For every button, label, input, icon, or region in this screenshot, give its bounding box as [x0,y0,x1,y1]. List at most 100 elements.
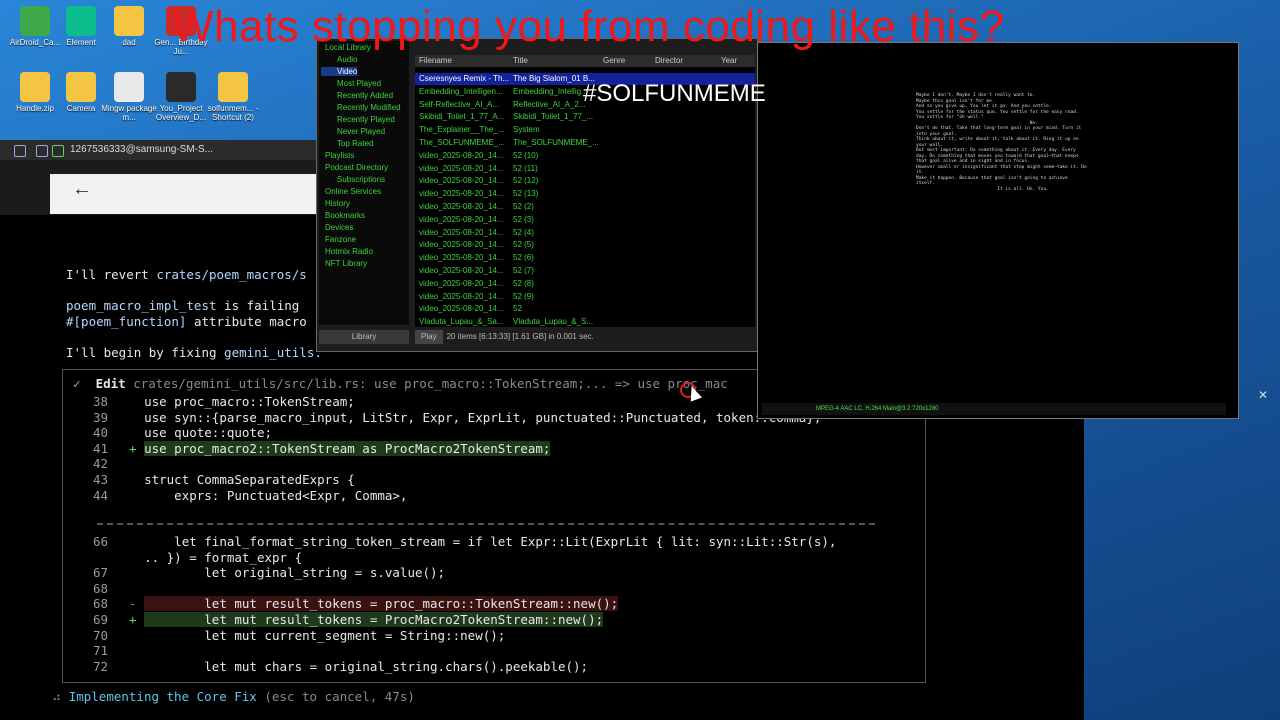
code-line: 70 let mut current_segment = String::new… [93,628,505,644]
row-title: 52 (5) [513,240,534,250]
play-button[interactable]: Play [415,330,443,344]
sidebar-item[interactable]: Playlists [321,151,354,160]
row-filename: The_SOLFUNMEME_... [419,138,505,147]
sidebar-item[interactable]: Online Services [321,187,381,196]
app-icon [166,72,196,102]
media-row[interactable]: Vladuta_Lupau_&_Sa... Vladuta_Lupau_&_S..… [415,316,755,328]
media-row[interactable]: video_2025-08-20_14... 52 (7) [415,265,755,277]
line-number: 68 [93,596,109,612]
diff-marker: - [129,596,137,612]
sidebar-item[interactable]: Bookmarks [321,211,365,220]
code-text: let mut result_tokens = ProcMacro2TokenS… [144,612,604,627]
code-line: 42 [93,456,144,472]
desktop-icon-label: solfunmem... - Shortcut (2) [207,104,259,122]
sidebar-item[interactable]: Subscriptions [321,175,385,184]
code-text: let mut chars = original_string.chars().… [144,658,589,674]
list-summary: 20 items [6:13:33] [1.61 GB] in 0.001 se… [446,332,594,341]
column-header[interactable]: Title [513,56,528,65]
sidebar-item[interactable]: Audio [321,55,357,64]
sidebar-item[interactable]: Recently Modified [321,103,401,112]
app-icon [20,72,50,102]
sidebar-item[interactable]: Recently Added [321,91,393,100]
media-row[interactable]: Skibidi_Toilet_1_77_A... Skibidi_Toilet_1… [415,111,755,123]
desktop-icon[interactable]: solfunmem... - Shortcut (2) [202,72,264,122]
row-filename: Vladuta_Lupau_&_Sa... [419,317,504,327]
sidebar-item[interactable]: Hotmix Radio [321,247,373,256]
sidebar-item[interactable]: Fanzone [321,235,356,244]
sidebar-item[interactable]: Top Rated [321,139,373,148]
app-icon [218,72,248,102]
row-title: 52 (6) [513,253,534,263]
media-row[interactable]: The_Explainer__The_... System [415,124,755,136]
column-header[interactable]: Director [655,56,683,65]
media-row[interactable]: video_2025-08-20_14... 52 (12) [415,175,755,187]
row-filename: video_2025-08-20_14... [419,240,504,250]
media-row[interactable]: video_2025-08-20_14... 52 (9) [415,291,755,303]
library-button[interactable]: Library [319,330,409,344]
row-filename: video_2025-08-20_14... [419,253,504,263]
browser-tab-title: 1267536333@samsung-SM-S... [70,144,214,155]
line-number: 44 [93,487,109,503]
media-list-header: Filename Title Genre Director Year [415,55,755,67]
screen-icon[interactable] [36,145,48,157]
row-filename: Self-Reflective_AI_A... [419,99,500,109]
code-text: exprs: Punctuated<Expr, Comma>, [144,487,408,503]
code-line: 68 - let mut result_tokens = proc_macro::… [93,596,619,612]
media-row[interactable]: video_2025-08-20_14... 52 (4) [415,227,755,239]
media-row[interactable]: video_2025-08-20_14... 52 (6) [415,252,755,264]
row-title: 52 (4) [513,227,534,237]
row-filename: video_2025-08-20_14... [419,304,504,314]
media-row[interactable]: video_2025-08-20_14... 52 [415,303,755,315]
diff-marker [129,456,137,471]
row-title: The_SOLFUNMEME_... [513,138,599,147]
sidebar-item[interactable]: Podcast Directory [321,163,388,172]
media-row[interactable]: video_2025-08-20_14... 52 (2) [415,201,755,213]
diff-separator [97,523,875,525]
sidebar-item[interactable]: Never Played [321,127,385,136]
back-arrow-icon[interactable]: ← [72,178,92,201]
terminal-line: I'll begin by fixing gemini_utils. [66,345,322,360]
media-row[interactable]: video_2025-08-20_14... 52 (8) [415,278,755,290]
terminal-line: poem_macro_impl_test is failing [66,298,300,313]
media-row[interactable]: video_2025-08-20_14... 52 (5) [415,239,755,251]
line-number: 42 [93,456,109,472]
code-text: use quote::quote; [144,425,272,441]
refresh-icon[interactable] [14,145,26,157]
diff-marker [129,659,137,674]
sidebar-item[interactable]: Recently Played [321,115,395,124]
code-line: 66 let final_format_string_token_stream … [93,534,836,550]
line-number: 40 [93,425,109,441]
row-filename: video_2025-08-20_14... [419,266,504,275]
diff-marker [129,565,137,580]
row-title: 52 (10) [513,150,539,160]
meme-hashtag: #SOLFUNMEME [583,80,766,107]
media-row[interactable]: video_2025-08-20_14... 52 (3) [415,214,755,226]
sidebar-item[interactable]: NFT Library [321,259,367,268]
line-number: 70 [93,627,109,643]
line-number: 66 [93,534,109,549]
row-title: 52 (7) [513,266,534,275]
media-row[interactable]: video_2025-08-20_14... 52 (13) [415,188,755,200]
media-row[interactable]: video_2025-08-20_14... 52 (10) [415,150,755,162]
media-row[interactable]: The_SOLFUNMEME_... The_SOLFUNMEME_... [415,137,755,149]
line-number: 68 [93,580,109,596]
line-number: 41 [93,440,109,456]
diff-marker [129,472,137,487]
column-header[interactable]: Filename [419,56,452,65]
close-icon[interactable]: ✕ [1258,388,1268,402]
sidebar-item[interactable]: Video [321,67,358,76]
row-title: 52 (12) [513,176,539,186]
sidebar-item[interactable]: Most Played [321,79,381,88]
column-header[interactable]: Year [721,56,737,65]
line-number: 71 [93,643,109,659]
diff-marker [129,394,137,409]
sidebar-item[interactable]: History [321,199,350,208]
media-row[interactable]: video_2025-08-20_14... 52 (11) [415,163,755,175]
code-line: 40 use quote::quote; [93,425,272,441]
code-text: struct CommaSeparatedExprs { [144,472,355,487]
row-title: 52 [513,304,522,314]
diff-marker [129,425,137,440]
diff-marker [129,488,137,503]
sidebar-item[interactable]: Devices [321,223,353,232]
column-header[interactable]: Genre [603,56,625,65]
